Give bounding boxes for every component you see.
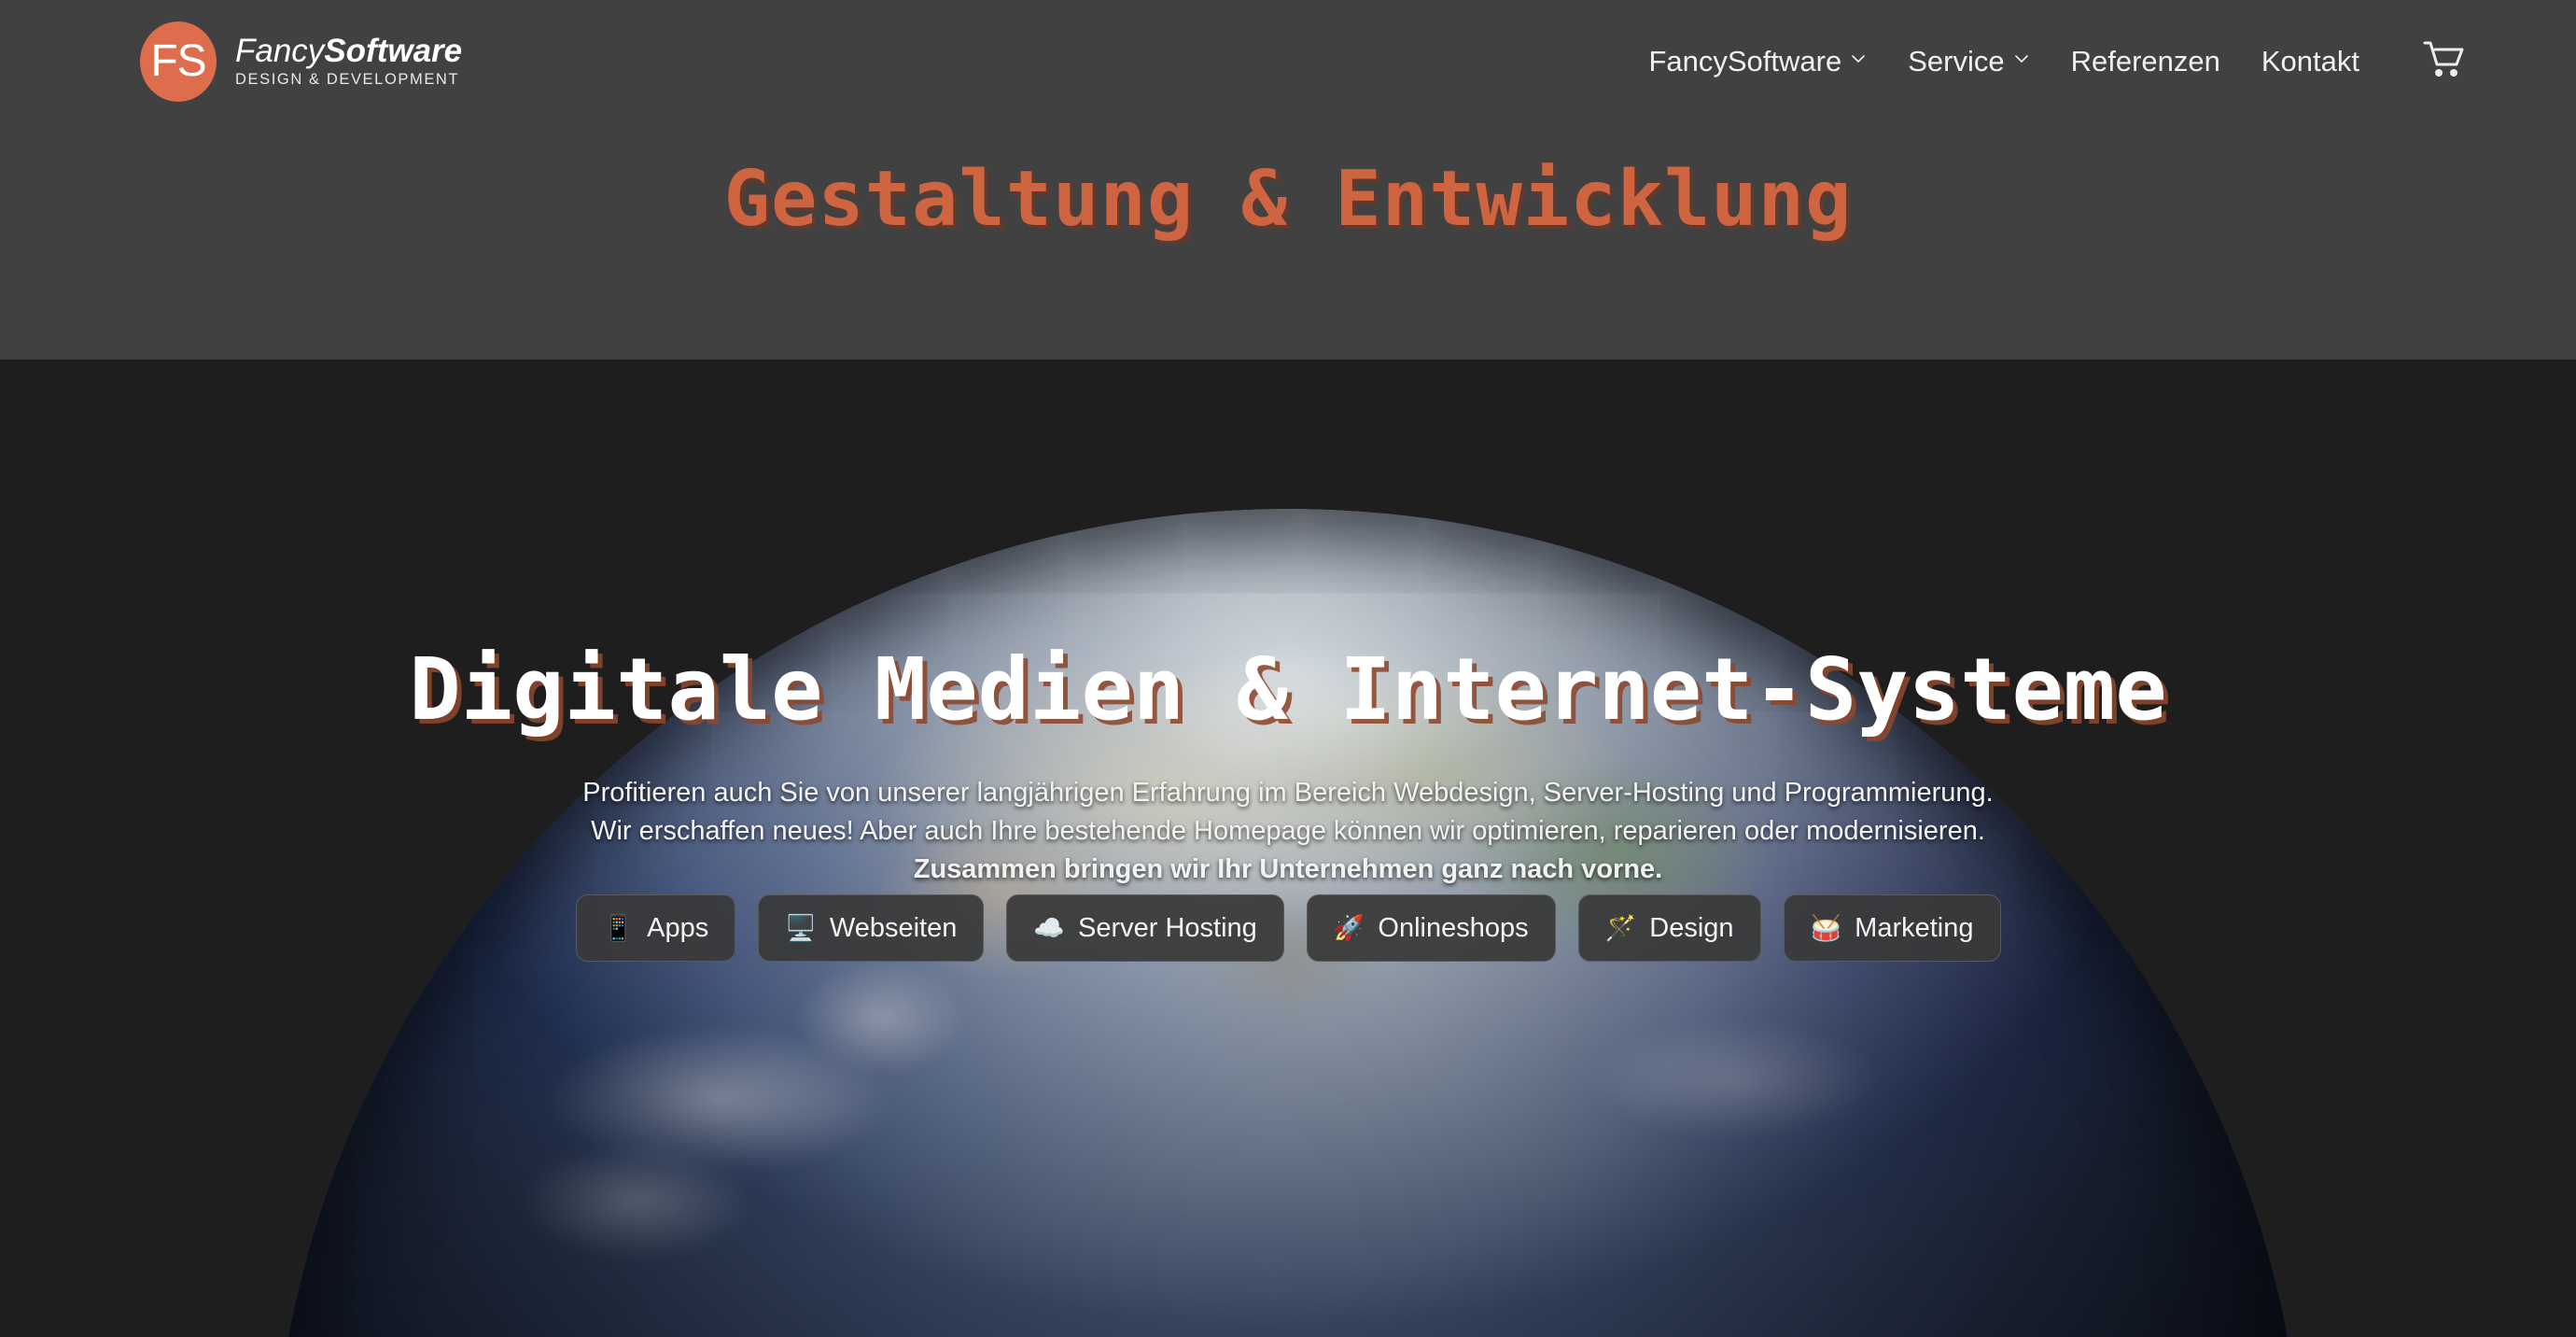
magic-wand-icon: 🪄 xyxy=(1604,913,1637,943)
chip-onlineshops[interactable]: 🚀 Onlineshops xyxy=(1306,894,1556,962)
hero-paragraph: Profitieren auch Sie von unserer langjäh… xyxy=(0,774,2576,890)
chip-design[interactable]: 🪄 Design xyxy=(1577,894,1761,962)
rocket-icon: 🚀 xyxy=(1333,913,1365,943)
chip-label: Marketing xyxy=(1855,912,1974,943)
chip-label: Onlineshops xyxy=(1378,912,1529,943)
chip-label: Design xyxy=(1649,912,1734,943)
shopping-cart-button[interactable] xyxy=(2423,39,2466,85)
chip-label: Server Hosting xyxy=(1077,912,1257,943)
chip-marketing[interactable]: 🥁 Marketing xyxy=(1783,894,2001,962)
brand-name-light: Fancy xyxy=(235,32,325,69)
nav-item-kontakt[interactable]: Kontakt xyxy=(2261,45,2359,78)
chip-apps[interactable]: 📱 Apps xyxy=(575,894,736,962)
logo-mark-icon: FS xyxy=(140,21,217,102)
brand-tagline: DESIGN & DEVELOPMENT xyxy=(235,71,460,89)
brand-logo[interactable]: FS FancySoftware DESIGN & DEVELOPMENT xyxy=(140,21,462,102)
logo-monogram: FS xyxy=(150,36,206,86)
main-navigation: FancySoftware Service Referenzen Kontakt xyxy=(1648,39,2520,85)
chip-webseiten[interactable]: 🖥️ Webseiten xyxy=(758,894,985,962)
nav-item-service[interactable]: Service xyxy=(1908,45,2029,78)
chevron-down-icon xyxy=(1850,50,1867,67)
header-tagline-title: Gestaltung & Entwicklung xyxy=(723,155,1853,244)
service-chip-row: 📱 Apps 🖥️ Webseiten ☁️ Server Hosting 🚀 … xyxy=(0,894,2576,962)
site-header: FS FancySoftware DESIGN & DEVELOPMENT Fa… xyxy=(0,0,2576,359)
brand-name-bold: Software xyxy=(324,32,463,69)
shopping-cart-icon xyxy=(2423,39,2466,85)
desktop-computer-icon: 🖥️ xyxy=(785,913,817,943)
earth-atmosphere-glow xyxy=(205,443,2371,1337)
chip-label: Apps xyxy=(647,912,709,943)
cloud-icon: ☁️ xyxy=(1033,913,1065,943)
brand-wordmark: FancySoftware DESIGN & DEVELOPMENT xyxy=(235,32,463,90)
nav-item-label: Referenzen xyxy=(2070,45,2220,77)
hero-paragraph-line-2: Wir erschaffen neues! Aber auch Ihre bes… xyxy=(591,816,1985,847)
header-bar: FS FancySoftware DESIGN & DEVELOPMENT Fa… xyxy=(0,0,2576,123)
hero-paragraph-line-1: Profitieren auch Sie von unserer langjäh… xyxy=(582,778,1994,808)
mobile-phone-icon: 📱 xyxy=(602,913,635,943)
chip-label: Webseiten xyxy=(829,912,958,943)
nav-item-label: Kontakt xyxy=(2261,45,2359,77)
nav-item-referenzen[interactable]: Referenzen xyxy=(2071,45,2220,78)
hero-paragraph-line-3: Zusammen bringen wir Ihr Unternehmen gan… xyxy=(913,854,1663,885)
hero-heading: Digitale Medien & Internet-Systeme xyxy=(409,640,2167,739)
nav-item-fancysoftware[interactable]: FancySoftware xyxy=(1648,45,1867,78)
brand-name: FancySoftware xyxy=(235,32,463,69)
hero-section: Digitale Medien & Internet-Systeme Profi… xyxy=(0,359,2576,1337)
chevron-down-icon xyxy=(2013,50,2030,67)
chip-server-hosting[interactable]: ☁️ Server Hosting xyxy=(1006,894,1284,962)
nav-item-label: Service xyxy=(1908,45,2005,77)
drum-icon: 🥁 xyxy=(1810,913,1842,943)
nav-item-label: FancySoftware xyxy=(1648,45,1842,77)
